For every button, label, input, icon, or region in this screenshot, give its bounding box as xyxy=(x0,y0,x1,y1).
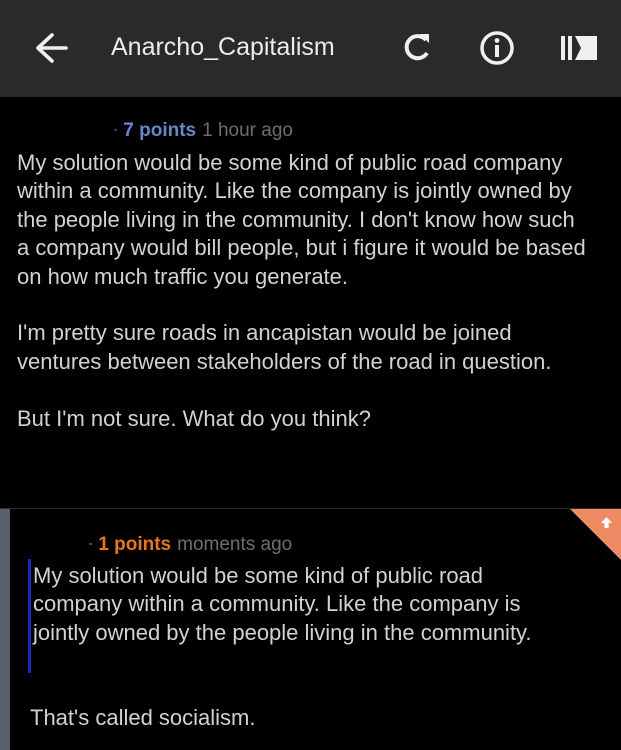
comment-body: That's called socialism. xyxy=(30,704,590,732)
quote-bar xyxy=(28,559,31,673)
info-icon[interactable] xyxy=(477,28,517,68)
comment-paragraph: But I'm not sure. What do you think? xyxy=(17,405,371,431)
app-bar: Anarcho_Capitalism xyxy=(0,0,621,97)
comment-meta: ⁃ 1 points moments ago xyxy=(88,534,292,556)
upvote-arrow-icon xyxy=(570,509,621,560)
reply-depth-bar xyxy=(0,509,10,750)
comment-time: 1 hour ago xyxy=(202,120,293,141)
comment-paragraph: That's called socialism. xyxy=(30,705,256,730)
quote-text: My solution would be some kind of public… xyxy=(33,563,532,645)
collapse-arrow-icon[interactable]: ⁃ xyxy=(88,539,93,550)
comment-paragraph: I'm pretty sure roads in ancapistan woul… xyxy=(17,320,552,374)
comment-body: My solution would be some kind of public… xyxy=(17,149,587,433)
arrow-left-icon[interactable] xyxy=(30,29,68,67)
sidebar-icon[interactable] xyxy=(559,28,601,68)
comment-divider xyxy=(0,508,621,509)
refresh-icon[interactable] xyxy=(396,28,436,68)
comment-score: 7 points xyxy=(123,120,197,141)
subreddit-title: Anarcho_Capitalism xyxy=(111,33,335,61)
comment-meta: ⁃ 7 points 1 hour ago xyxy=(113,120,293,142)
comment-paragraph: My solution would be some kind of public… xyxy=(17,150,586,289)
comment-quote: My solution would be some kind of public… xyxy=(33,562,558,647)
comment-score: 1 points xyxy=(98,534,172,555)
comment-time: moments ago xyxy=(177,534,293,555)
collapse-arrow-icon[interactable]: ⁃ xyxy=(113,125,118,136)
